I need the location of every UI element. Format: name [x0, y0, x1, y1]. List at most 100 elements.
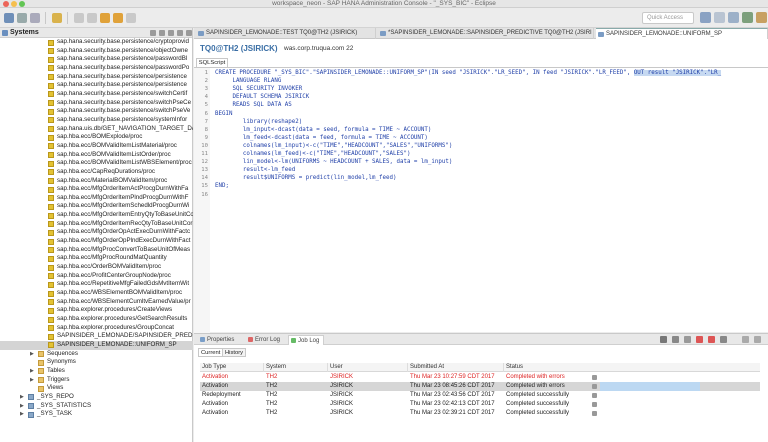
tree-item[interactable]: ▶ Tables	[0, 367, 193, 376]
column-job-type[interactable]: Job Type	[200, 363, 264, 372]
code-line[interactable]: result$UNIFORMS = predict(lin_model,lm_f…	[215, 175, 397, 181]
delete-all-jobs-icon[interactable]	[708, 336, 715, 343]
minimize-icon[interactable]	[742, 336, 749, 343]
tree-item[interactable]: sap.hba.ecc/MfgOrderOpPlndExecDurnWithFa…	[0, 237, 193, 246]
log-details-icon[interactable]	[592, 402, 597, 407]
code-line[interactable]: READS SQL DATA AS	[215, 102, 291, 108]
tree-item[interactable]: sap.hba.ecc/MfgProcRoundMatQuantity	[0, 254, 193, 263]
quick-access-input[interactable]: Quick Access	[642, 12, 694, 24]
code-line[interactable]: LANGUAGE RLANG	[215, 78, 281, 84]
clear-log-icon[interactable]	[660, 336, 667, 343]
tree-item[interactable]: sap.hba.ecc/MfgProcConvertToBaseUnitOfMe…	[0, 246, 193, 255]
tree-item[interactable]: sap.hba.ecc/MfgOrderItemEntryQtyToBaseUn…	[0, 211, 193, 220]
code-line[interactable]: result<-lm_feed	[215, 167, 295, 173]
code-line[interactable]: END;	[215, 183, 229, 189]
tree-item[interactable]: sap.hba.ecc/MfgOrderItemActProcgDurnWith…	[0, 185, 193, 194]
tree-item[interactable]: sap.hba.ecc/MfgOrderOpActExecDurnWithFac…	[0, 228, 193, 237]
expand-arrow-icon[interactable]: ▶	[20, 393, 24, 402]
code-line[interactable]: DEFAULT SCHEMA JSIRICK	[215, 94, 309, 100]
code-line[interactable]: SQL SECURITY INVOKER	[215, 86, 302, 92]
column-system[interactable]: System	[264, 363, 328, 372]
code-line[interactable]: CREATE PROCEDURE "_SYS_BIC"."SAPINSIDER_…	[215, 70, 722, 76]
log-details-icon[interactable]	[592, 375, 597, 380]
table-row[interactable]: Redeployment TH2 JSIRICK Thu Mar 23 02:43:5…	[200, 391, 760, 400]
expand-arrow-icon[interactable]: ▶	[30, 350, 34, 359]
tree-item[interactable]: sap.hba.ecc/OrderBOMValidItem/proc	[0, 263, 193, 272]
bottom-tab[interactable]: Job Log	[288, 335, 324, 345]
history-icon[interactable]	[126, 13, 136, 23]
table-row[interactable]: Activation TH2 JSIRICK Thu Mar 23 10:27:59 …	[200, 373, 760, 382]
tree-item[interactable]: sap.hba.ecc/RepetitiveMfgFailedGdsMvtIte…	[0, 280, 193, 289]
perspective-icon[interactable]	[714, 12, 725, 23]
log-details-icon[interactable]	[592, 393, 597, 398]
forward-icon[interactable]	[87, 13, 97, 23]
tab-current[interactable]: Current	[198, 348, 224, 357]
perspective-icon[interactable]	[756, 12, 767, 23]
save-all-icon[interactable]	[30, 13, 40, 23]
column-status[interactable]: Status	[504, 363, 760, 372]
collapse-icon[interactable]	[159, 30, 165, 36]
tab-sqlscript[interactable]: SQLScript	[196, 58, 228, 67]
tree-item[interactable]: sap.hana.security.base.persistence/syste…	[0, 116, 193, 125]
navigate-icon[interactable]	[100, 13, 110, 23]
tree-item[interactable]: sap.hba.explorer.procedures/GroupConcat	[0, 324, 193, 333]
tree-item[interactable]: ▶ _SYS_REPO	[0, 393, 193, 402]
tree-item[interactable]: sap.hba.ecc/BOMExplode/proc	[0, 133, 193, 142]
editor-tab[interactable]: *SAPINSIDER_LEMONADE::SAPINSIDER_PREDICT…	[378, 28, 594, 39]
code-line[interactable]: colnames(lm_input)<-c("TIME","HEADCOUNT"…	[215, 143, 452, 149]
maximize-icon[interactable]	[754, 336, 761, 343]
tree-item[interactable]: Synonyms	[0, 358, 193, 367]
expand-arrow-icon[interactable]: ▶	[30, 367, 34, 376]
view-menu-icon[interactable]	[168, 30, 174, 36]
bottom-tab[interactable]: Error Log	[246, 335, 286, 345]
column-user[interactable]: User	[328, 363, 408, 372]
code-area[interactable]: 1 CREATE PROCEDURE "_SYS_BIC"."SAPINSIDER…	[194, 67, 768, 333]
column-submitted-at[interactable]: Submitted At	[408, 363, 504, 372]
delete-job-icon[interactable]	[696, 336, 703, 343]
tree-item[interactable]: sap.hana.security.base.persistence/switc…	[0, 107, 193, 116]
tree-item[interactable]: sap.hana.uis.db/GET_NAVIGATION_TARGET_DA…	[0, 125, 193, 134]
tree-item[interactable]: sap.hana.security.base.persistence/passw…	[0, 64, 193, 73]
refresh-icon[interactable]	[672, 336, 679, 343]
view-menu-icon[interactable]	[720, 336, 727, 343]
table-row[interactable]: Activation TH2 JSIRICK Thu Mar 23 02:42:13 …	[200, 400, 760, 409]
tree-item[interactable]: ▶ Sequences	[0, 350, 193, 359]
code-line[interactable]: lm_input<-dcast(data = seed, formula = T…	[215, 127, 431, 133]
tree-item[interactable]: sap.hana.security.base.persistence/switc…	[0, 99, 193, 108]
tree-item[interactable]: sap.hba.explorer.procedures/CreateViews	[0, 306, 193, 315]
code-line[interactable]: colnames(lm_feed)<-c("TIME","HEADCOUNT",…	[215, 151, 411, 157]
expand-arrow-icon[interactable]: ▶	[30, 376, 34, 385]
table-row[interactable]: Activation TH2 JSIRICK Thu Mar 23 02:39:21 …	[200, 409, 760, 418]
back-icon[interactable]	[74, 13, 84, 23]
tree-item[interactable]: sap.hba.explorer.procedures/GetSearchRes…	[0, 315, 193, 324]
add-system-icon[interactable]	[150, 30, 156, 36]
tree-item[interactable]: sap.hana.security.base.persistence/objec…	[0, 47, 193, 56]
tree-item[interactable]: sap.hba.ecc/MaterialBOMValidItem/proc	[0, 177, 193, 186]
perspective-icon[interactable]	[728, 12, 739, 23]
tree-item-selected[interactable]: SAPINSIDER_LEMONADE::UNIFORM_SP	[0, 340, 193, 350]
open-perspective-icon[interactable]	[700, 12, 711, 23]
tree-item[interactable]: sap.hba.ecc/MfgOrderItemPlndProcgDurnWit…	[0, 194, 193, 203]
tree-item[interactable]: sap.hba.ecc/WBSElementBOMValidItem/proc	[0, 289, 193, 298]
new-icon[interactable]	[4, 13, 14, 23]
tree-item[interactable]: Views	[0, 384, 193, 393]
tree-item[interactable]: ▶ _SYS_TASK	[0, 410, 193, 419]
code-line[interactable]: lin_model<-lm(UNIFORMS ~ HEADCOUNT + SAL…	[215, 159, 452, 165]
code-line[interactable]: BEGIN	[215, 111, 232, 117]
open-folder-icon[interactable]	[52, 13, 62, 23]
tree-item[interactable]: sap.hba.ecc/WBSElementCumltvEarnedValue/…	[0, 298, 193, 307]
maximize-icon[interactable]	[186, 30, 192, 36]
open-log-icon[interactable]	[684, 336, 691, 343]
tab-history[interactable]: History	[222, 348, 247, 357]
save-icon[interactable]	[17, 13, 27, 23]
tree-item[interactable]: ▶ _SYS_STATISTICS	[0, 402, 193, 411]
navigate-next-icon[interactable]	[113, 13, 123, 23]
table-row[interactable]: Activation TH2 JSIRICK Thu Mar 23 08:45:26 …	[200, 382, 760, 391]
tree-item[interactable]: sap.hba.ecc/BOMValidItemListWBSElement/p…	[0, 159, 193, 168]
tree-item[interactable]: sap.hba.ecc/CapReqDurations/proc	[0, 168, 193, 177]
tree-item[interactable]: sap.hana.security.base.persistence/switc…	[0, 90, 193, 99]
bottom-tab[interactable]: Properties	[198, 335, 242, 345]
tree-item[interactable]: sap.hana.security.base.persistence/passw…	[0, 55, 193, 64]
tree-item[interactable]: sap.hana.security.base.persistence/crypt…	[0, 38, 193, 47]
tree-item[interactable]: sap.hba.ecc/ProfitCenterGroupNode/proc	[0, 272, 193, 281]
